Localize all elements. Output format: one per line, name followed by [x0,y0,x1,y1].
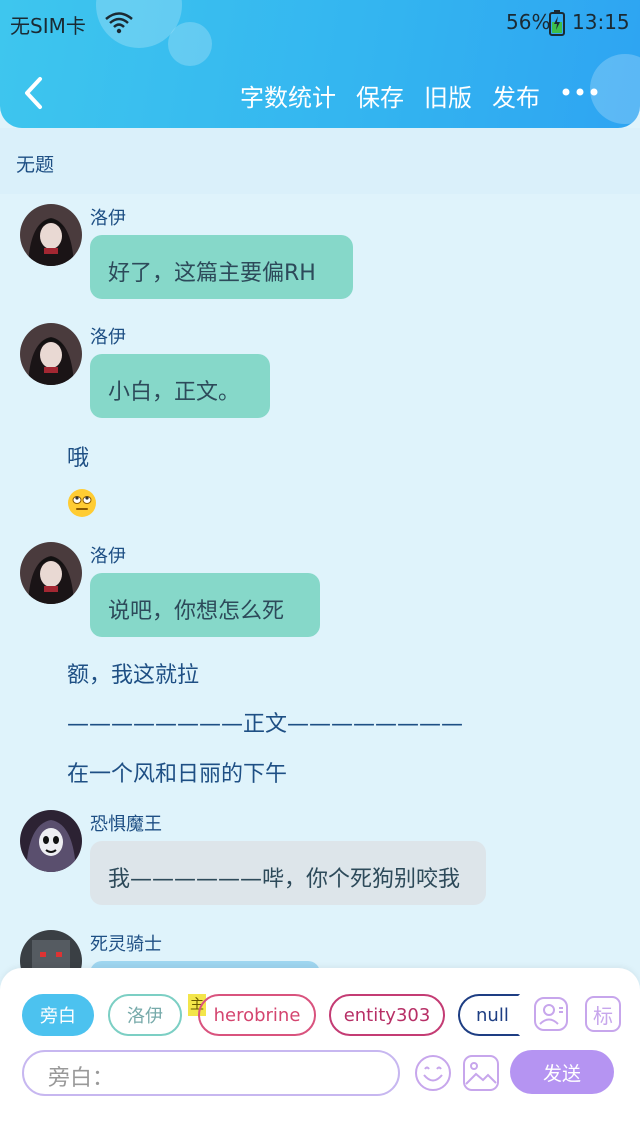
send-button[interactable]: 发送 [510,1050,614,1094]
message-bubble[interactable]: 好了，这篇主要偏RH [90,235,353,299]
message-bubble[interactable]: 说吧，你想怎么死 [90,573,320,637]
header-actions: 字数统计 保存 旧版 发布 [240,78,540,113]
battery-icon [549,10,565,36]
message-bubble[interactable]: 我——————哔，你个死狗别咬我 [90,841,486,905]
narration-text[interactable]: 在一个风和日丽的下午 [67,756,287,788]
tag-button[interactable]: 标 [585,996,621,1032]
message-input[interactable]: 旁白： [22,1050,400,1096]
narration-text[interactable]: 额，我这就拉 [67,657,199,689]
composer-panel: 旁白 洛伊 主 herobrine entity303 null 标 旁白： 发… [0,968,640,1138]
speaker-name: 洛伊 [90,208,126,229]
image-icon[interactable] [462,1054,500,1092]
rolling-eyes-emoji-icon [68,489,96,517]
message-bubble[interactable]: 小白，正文。 [90,354,270,418]
avatar [20,810,82,872]
word-count-button[interactable]: 字数统计 [240,78,336,113]
speaker-name: 死灵骑士 [90,934,162,955]
old-version-button[interactable]: 旧版 [424,78,472,113]
avatar [20,204,82,266]
document-title[interactable]: 无题 [16,150,54,177]
clock: 13:15 [572,10,630,34]
app-header: 无SIM卡 56% 13:15 字数统计 保存 旧版 发布 [0,0,640,128]
status-bar: 无SIM卡 56% 13:15 [0,0,640,46]
more-icon[interactable] [560,84,600,100]
speaker-name: 恐惧魔王 [90,814,162,835]
tag-button-label: 标 [593,1003,613,1028]
avatar [20,323,82,385]
narration-text[interactable]: ————————正文———————— [67,706,463,738]
publish-button[interactable]: 发布 [492,78,540,113]
role-chip-null[interactable]: null [458,994,520,1036]
speaker-name: 洛伊 [90,327,126,348]
battery-percent: 56% [506,10,551,34]
role-chip-luoyi[interactable]: 洛伊 [108,994,182,1036]
narration-text[interactable]: 哦 [67,440,89,472]
title-strip [0,128,640,194]
role-chip-narration[interactable]: 旁白 [22,994,94,1036]
save-button[interactable]: 保存 [356,78,404,113]
emoji-icon[interactable] [414,1054,452,1092]
role-manage-icon[interactable] [533,996,569,1032]
role-chip-entity303[interactable]: entity303 [329,994,445,1036]
speaker-name: 洛伊 [90,546,126,567]
back-icon[interactable] [20,76,48,110]
wifi-icon [105,12,133,34]
carrier-label: 无SIM卡 [10,14,86,38]
role-chip-herobrine[interactable]: herobrine [198,994,316,1036]
avatar [20,542,82,604]
